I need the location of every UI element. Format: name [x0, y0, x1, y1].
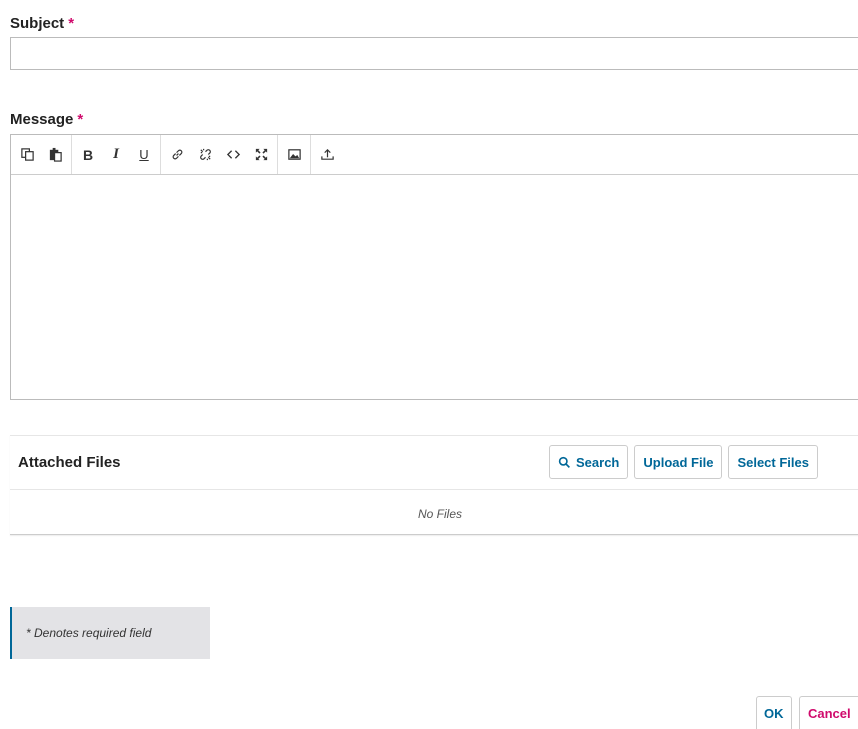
attached-files-title: Attached Files	[18, 454, 121, 471]
link-group	[161, 135, 278, 174]
attached-files-panel: Attached Files Search Upload File Select…	[10, 435, 858, 535]
search-button-label: Search	[576, 454, 620, 470]
file-actions: Search Upload File Select Files	[549, 445, 818, 479]
underline-icon[interactable]: U	[133, 143, 155, 167]
editor-toolbar: B I U	[11, 135, 858, 175]
subject-label-text: Subject	[10, 15, 65, 32]
empty-files-text: No Files	[417, 507, 462, 521]
code-icon[interactable]	[222, 143, 244, 167]
paste-icon[interactable]	[44, 143, 66, 167]
required-asterisk: *	[77, 111, 84, 128]
select-files-button[interactable]: Select Files	[728, 445, 818, 479]
message-editor: B I U	[10, 134, 858, 400]
image-icon[interactable]	[283, 143, 305, 167]
message-body[interactable]	[11, 175, 858, 399]
message-label-text: Message	[10, 111, 74, 128]
bold-icon[interactable]: B	[77, 143, 99, 167]
media-group	[278, 135, 311, 174]
clipboard-group	[11, 135, 72, 174]
required-asterisk: *	[68, 15, 75, 32]
upload-icon[interactable]	[316, 143, 338, 167]
format-group: B I U	[72, 135, 161, 174]
message-label: Message *	[10, 111, 83, 128]
search-button[interactable]: Search	[549, 445, 629, 479]
copy-icon[interactable]	[16, 143, 38, 167]
unlink-icon[interactable]	[194, 143, 216, 167]
ok-button[interactable]: OK	[756, 696, 792, 729]
fullscreen-icon[interactable]	[250, 143, 272, 167]
required-field-note: * Denotes required field	[10, 607, 210, 659]
attached-files-header: Attached Files Search Upload File Select…	[10, 436, 858, 490]
link-icon[interactable]	[166, 143, 188, 167]
upload-file-button[interactable]: Upload File	[634, 445, 723, 479]
search-icon	[558, 456, 570, 468]
subject-input[interactable]	[10, 37, 858, 70]
cancel-button[interactable]: Cancel	[799, 696, 858, 729]
subject-label: Subject *	[10, 15, 74, 32]
upload-group	[311, 135, 343, 174]
italic-icon[interactable]: I	[105, 143, 127, 167]
